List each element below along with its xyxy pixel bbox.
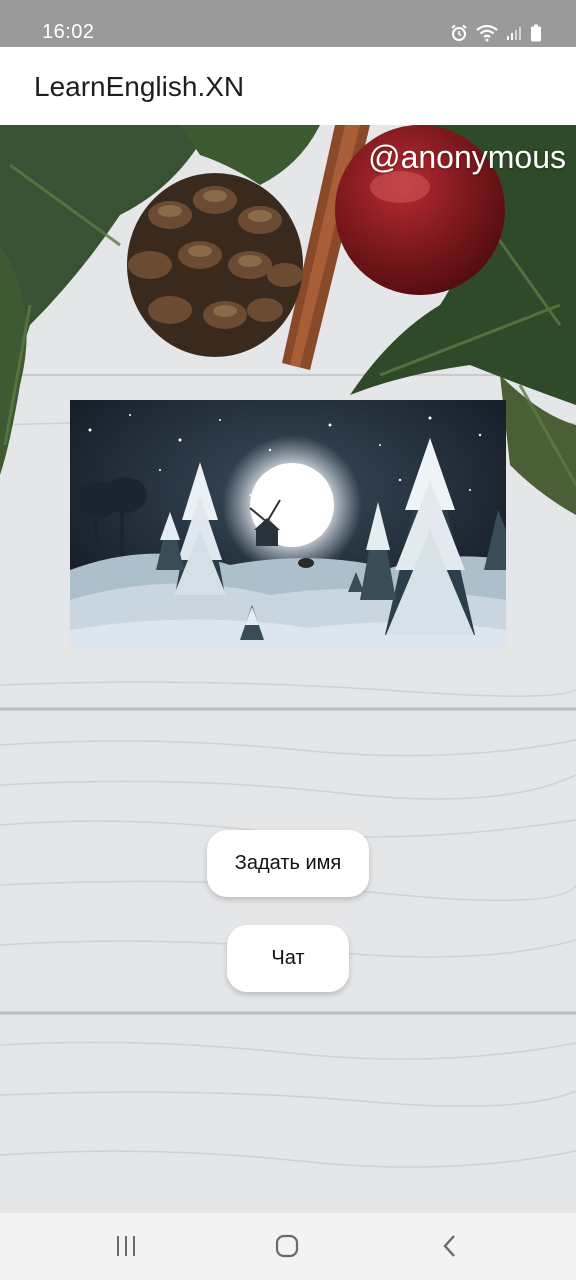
- status-icons: [450, 22, 542, 44]
- app-bar: LearnEnglish.XN: [0, 47, 576, 125]
- status-time: 16:02: [42, 21, 95, 43]
- alarm-icon: [450, 24, 468, 42]
- set-name-button[interactable]: Задать имя: [207, 830, 369, 897]
- app-title: LearnEnglish.XN: [34, 71, 245, 102]
- app-screen: 16:02 LearnEnglish.XN @anonymous Задать …: [0, 0, 576, 1280]
- battery-icon: [530, 24, 542, 42]
- main-content: @anonymous Задать имя Чат: [0, 125, 576, 1213]
- winter-night-image: [70, 400, 506, 650]
- navigation-bar: [0, 1213, 576, 1280]
- christmas-wood-background: [0, 125, 576, 1213]
- status-bar: 16:02: [0, 0, 576, 47]
- wifi-icon: [476, 24, 498, 42]
- chat-button[interactable]: Чат: [227, 925, 349, 992]
- signal-icon: [506, 25, 522, 41]
- username-label: @anonymous: [368, 139, 566, 175]
- recents-icon[interactable]: [106, 1231, 146, 1261]
- back-icon[interactable]: [430, 1231, 470, 1261]
- home-icon[interactable]: [267, 1231, 307, 1261]
